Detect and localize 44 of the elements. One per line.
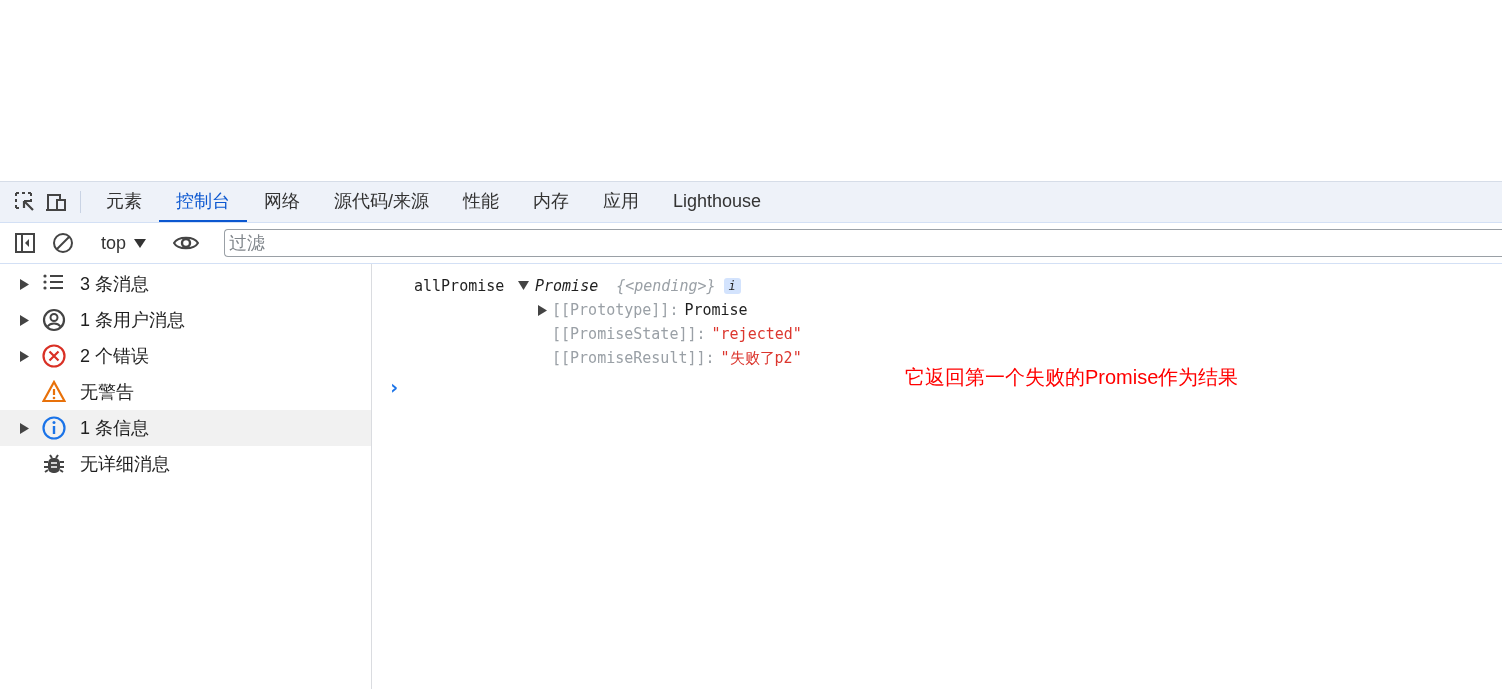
bug-icon <box>42 452 66 476</box>
expand-arrow-icon[interactable] <box>20 350 29 362</box>
property-value: Promise <box>684 299 748 321</box>
filter-field[interactable]: 过滤 <box>224 229 1502 257</box>
caret-icon <box>134 238 147 248</box>
panel-tab[interactable]: 元素 <box>89 182 159 222</box>
sidebar-toggle-icon[interactable] <box>14 232 36 254</box>
panel-tab[interactable]: Lighthouse <box>656 182 779 222</box>
sidebar-item[interactable]: 3 条消息 <box>0 266 371 302</box>
panel-tab[interactable]: 源代码/来源 <box>317 182 446 222</box>
property-key: [[PromiseResult]]: <box>552 346 715 370</box>
property-key: [[PromiseState]]: <box>552 322 706 346</box>
error-icon <box>42 344 66 368</box>
property-value: "rejected" <box>711 323 802 345</box>
property-key: [[Prototype]]: <box>552 298 679 322</box>
device-toolbar-icon[interactable] <box>44 191 68 213</box>
prompt-caret: › <box>388 374 401 401</box>
panel-tab[interactable]: 性能 <box>446 182 516 222</box>
variable-name: allPromise <box>414 275 506 297</box>
sidebar-item[interactable]: 1 条信息 <box>0 410 371 446</box>
inspect-icon[interactable] <box>14 191 36 213</box>
panel-tab[interactable]: 内存 <box>516 182 586 222</box>
info-icon <box>42 416 66 440</box>
context-dropdown[interactable]: top <box>95 229 153 257</box>
expand-arrow-icon[interactable] <box>518 280 529 292</box>
panel-tab[interactable]: 控制台 <box>159 182 247 222</box>
expand-arrow-icon[interactable] <box>20 314 29 326</box>
expand-arrow-icon[interactable] <box>538 304 547 316</box>
panel-tab[interactable]: 应用 <box>586 182 656 222</box>
sidebar-item[interactable]: 2 个错误 <box>0 338 371 374</box>
object-preview: {<pending>} <box>616 275 716 297</box>
warning-icon <box>42 380 66 404</box>
expand-arrow-icon[interactable] <box>20 278 29 290</box>
info-badge[interactable]: i <box>723 278 741 294</box>
user-icon <box>42 308 66 332</box>
object-type: Promise <box>535 275 599 297</box>
sidebar-item[interactable]: 1 条用户消息 <box>0 302 371 338</box>
sidebar-item[interactable]: 无详细消息 <box>0 446 371 482</box>
expand-arrow-icon[interactable] <box>20 422 29 434</box>
property-value: "失败了p2" <box>720 347 802 369</box>
clear-icon[interactable] <box>52 232 74 254</box>
sidebar-item[interactable]: 无警告 <box>0 374 371 410</box>
panel-tab[interactable]: 网络 <box>247 182 317 222</box>
annotation-text: 它返回第一个失败的Promise作为结果 <box>905 365 1239 390</box>
